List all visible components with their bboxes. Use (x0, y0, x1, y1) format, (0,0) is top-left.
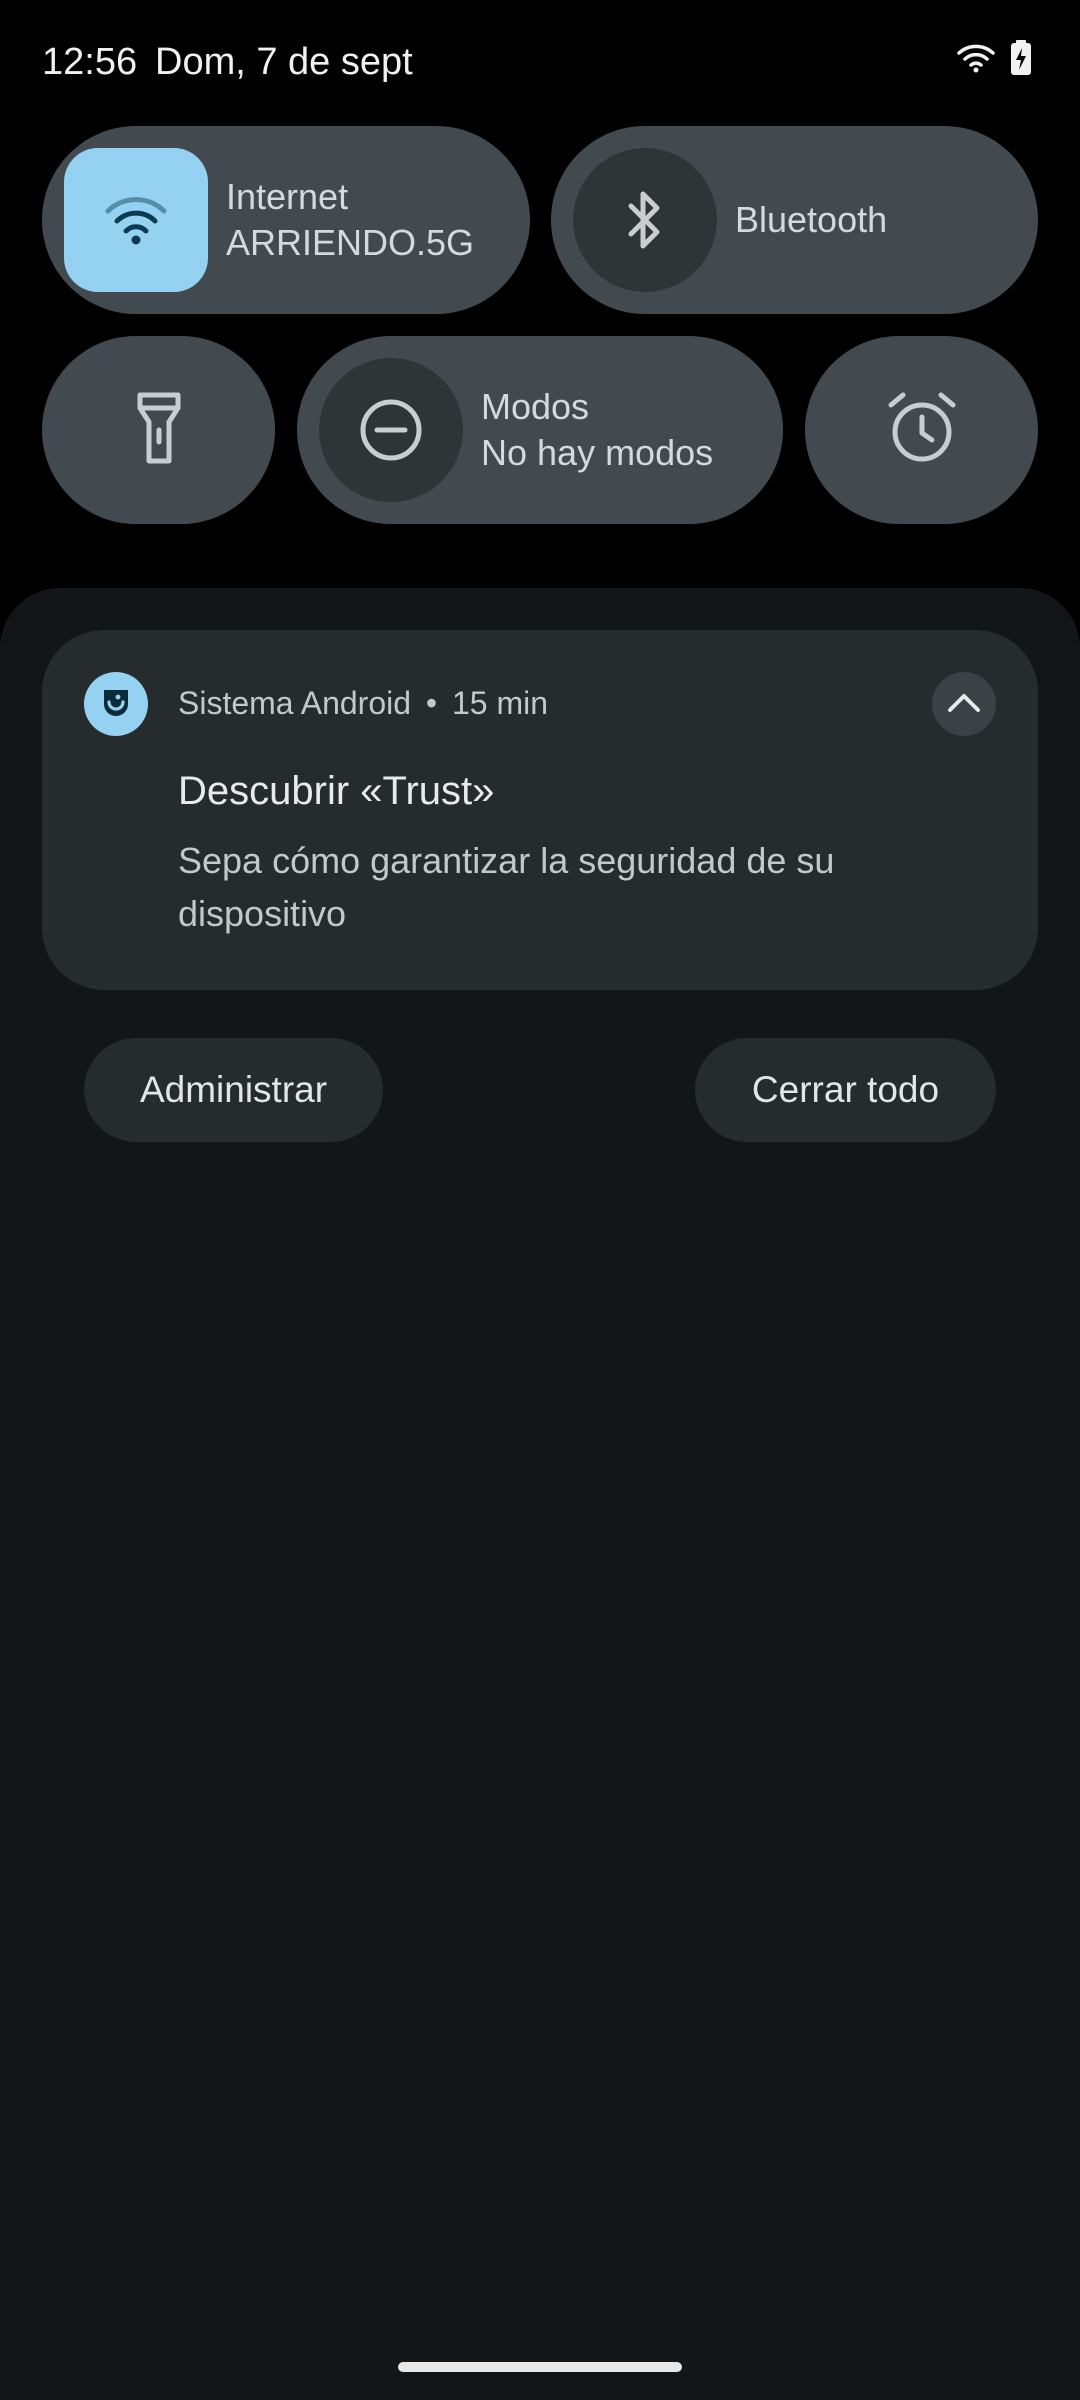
notification-app-name: Sistema Android (178, 685, 412, 721)
modes-status: No hay modos (481, 432, 714, 473)
internet-tile[interactable]: Internet ARRIENDO.5G (42, 126, 530, 314)
wifi-icon (956, 42, 996, 79)
wifi-icon (64, 148, 208, 292)
notification-separator: • (425, 685, 438, 721)
do-not-disturb-icon (319, 358, 463, 502)
collapse-button[interactable] (932, 672, 996, 736)
clear-all-button[interactable]: Cerrar todo (695, 1038, 996, 1142)
modes-label: Modos (481, 386, 590, 427)
chevron-up-icon (947, 691, 981, 718)
alarm-icon (885, 391, 959, 470)
status-date: Dom, 7 de sept (155, 41, 413, 83)
status-icons (956, 40, 1032, 81)
notification-time: 15 min (452, 685, 549, 721)
manage-button[interactable]: Administrar (84, 1038, 383, 1142)
flashlight-icon (137, 392, 181, 469)
internet-network: ARRIENDO.5G (226, 222, 475, 263)
internet-label: Internet (226, 176, 349, 217)
gesture-navigation-bar[interactable] (398, 2362, 682, 2372)
notification-header: Sistema Android • 15 min (178, 682, 548, 724)
flashlight-tile[interactable] (42, 336, 275, 524)
bluetooth-label: Bluetooth (735, 199, 888, 240)
notification-body: Sepa cómo garantizar la seguridad de su … (178, 840, 835, 934)
modes-tile[interactable]: Modos No hay modos (297, 336, 783, 524)
status-time: 12:56 (42, 41, 138, 83)
trust-icon (84, 672, 148, 736)
bluetooth-tile[interactable]: Bluetooth (551, 126, 1038, 314)
bluetooth-icon (573, 148, 717, 292)
battery-charging-icon (1010, 40, 1032, 81)
alarm-tile[interactable] (805, 336, 1038, 524)
notification-title: Descubrir «Trust» (178, 769, 495, 813)
